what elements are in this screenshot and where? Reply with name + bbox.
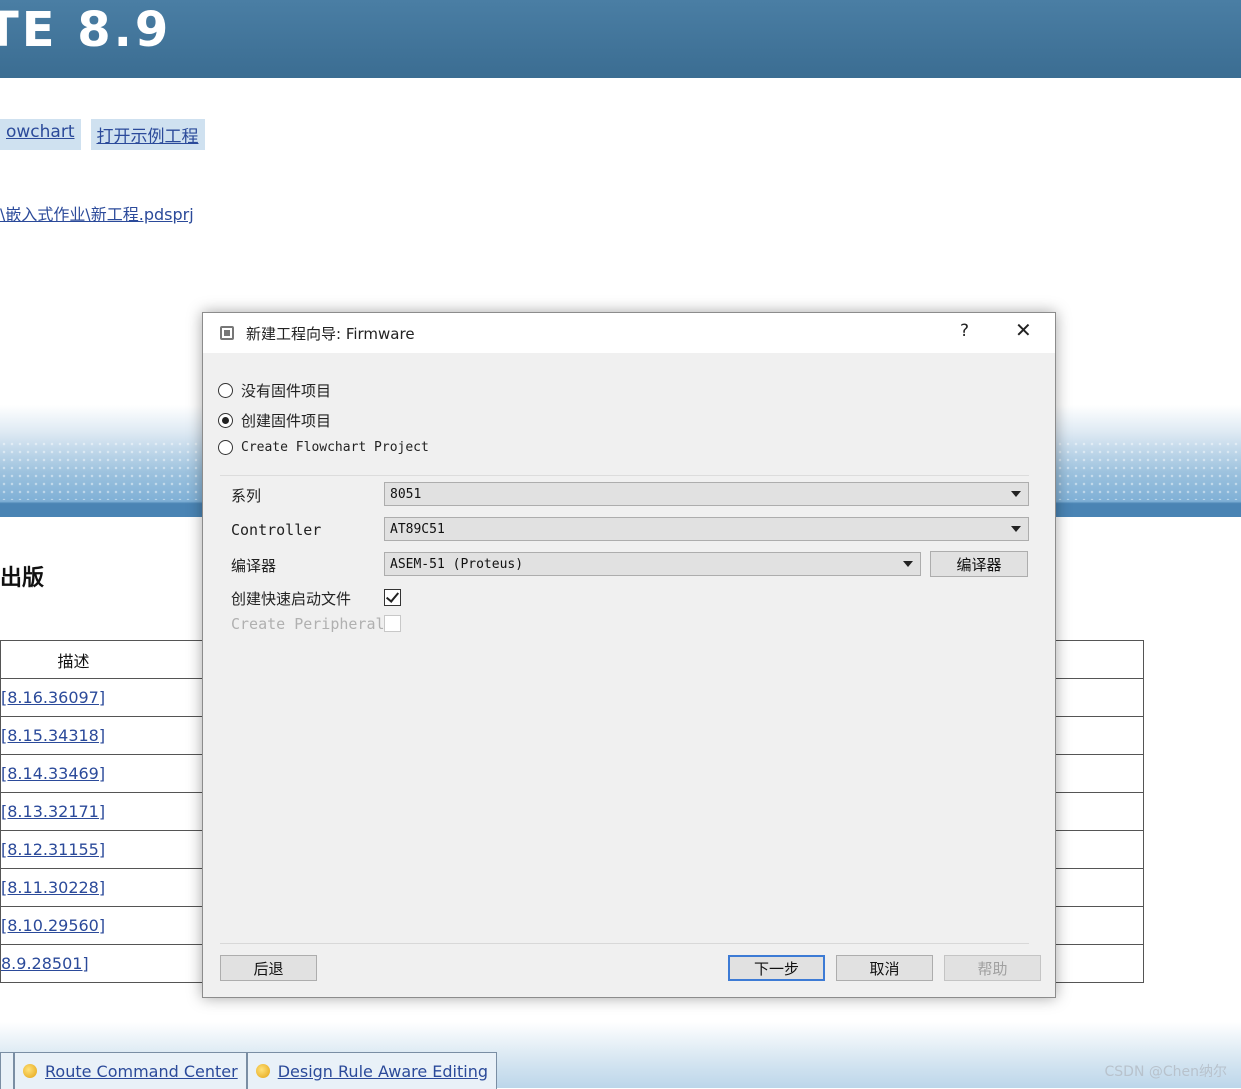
- new-flowchart-link[interactable]: owchart: [0, 119, 81, 150]
- compiler-value: ASEM-51 (Proteus): [390, 556, 524, 572]
- dialog-title-bar[interactable]: 新建工程向导: Firmware ? ✕: [203, 313, 1055, 353]
- version-link[interactable]: [8.12.31155]: [1, 840, 105, 859]
- version-link[interactable]: [8.11.30228]: [1, 878, 105, 897]
- option-label: Create Flowchart Project: [241, 440, 429, 455]
- version-link[interactable]: [8.16.36097]: [1, 688, 105, 707]
- recent-project-link[interactable]: \嵌入式作业\新工程.pdsprj: [0, 201, 194, 225]
- compiler-select[interactable]: ASEM-51 (Proteus): [384, 552, 921, 576]
- controller-value: AT89C51: [390, 521, 445, 537]
- option-label: 创建固件项目: [241, 412, 332, 430]
- banner-title: TE 8.9: [0, 2, 172, 58]
- compilers-button[interactable]: 编译器: [930, 551, 1028, 577]
- bulb-icon: [23, 1064, 37, 1078]
- radio-button-selected[interactable]: [218, 413, 233, 428]
- open-sample-link[interactable]: 打开示例工程: [90, 119, 205, 150]
- footer-divider: [220, 943, 1029, 944]
- help-button[interactable]: 帮助: [944, 955, 1041, 981]
- chevron-down-icon: [1011, 491, 1021, 497]
- start-links: owchart 打开示例工程: [0, 119, 205, 150]
- bottom-tab-label: Route Command Center: [45, 1061, 238, 1081]
- bottom-tab-design-rule-aware-editing[interactable]: Design Rule Aware Editing: [246, 1052, 498, 1089]
- section-heading: 出版: [0, 566, 45, 591]
- version-link[interactable]: 8.9.28501]: [1, 954, 89, 973]
- controller-select[interactable]: AT89C51: [384, 517, 1029, 541]
- version-link[interactable]: [8.14.33469]: [1, 764, 105, 783]
- help-title-button[interactable]: ?: [960, 321, 969, 341]
- bulb-icon: [255, 1064, 270, 1078]
- option-no-firmware[interactable]: 没有固件项目: [218, 380, 331, 401]
- peripherals-label: Create Peripherals: [231, 615, 394, 633]
- app-icon: [220, 326, 234, 340]
- radio-button[interactable]: [218, 383, 233, 398]
- table-header-label: 描述: [57, 651, 90, 671]
- family-value: 8051: [390, 486, 422, 502]
- quickstart-label: 创建快速启动文件: [231, 590, 352, 608]
- family-label: 系列: [231, 487, 262, 505]
- option-create-firmware[interactable]: 创建固件项目: [218, 410, 331, 431]
- option-create-flowchart[interactable]: Create Flowchart Project: [218, 440, 429, 455]
- version-link[interactable]: [8.15.34318]: [1, 726, 105, 745]
- version-link[interactable]: [8.13.32171]: [1, 802, 105, 821]
- top-banner: TE 8.9: [0, 0, 1241, 78]
- chevron-down-icon: [1011, 526, 1021, 532]
- bottom-tab-route-command-center[interactable]: Route Command Center: [14, 1052, 247, 1089]
- controller-label: Controller: [231, 521, 322, 539]
- version-link[interactable]: [8.10.29560]: [1, 916, 105, 935]
- next-button[interactable]: 下一步: [728, 955, 825, 981]
- firmware-settings-panel: 系列 8051 Controller AT89C51 编译器 ASEM-51 (…: [220, 475, 1029, 943]
- option-label: 没有固件项目: [241, 382, 332, 400]
- bottom-tabs: Route Command Center Design Rule Aware E…: [0, 1052, 498, 1089]
- close-icon[interactable]: ✕: [1015, 318, 1032, 342]
- dialog-title: 新建工程向导: Firmware: [246, 324, 415, 343]
- bottom-tab-blank: [0, 1052, 14, 1089]
- family-select[interactable]: 8051: [384, 482, 1029, 506]
- bottom-tab-label: Design Rule Aware Editing: [277, 1061, 489, 1081]
- peripherals-checkbox[interactable]: [384, 615, 401, 632]
- watermark: CSDN @Chen纳尔: [1104, 1064, 1228, 1080]
- quickstart-checkbox[interactable]: [384, 589, 401, 606]
- compiler-label: 编译器: [231, 557, 277, 575]
- radio-button[interactable]: [218, 440, 233, 455]
- back-button[interactable]: 后退: [220, 955, 317, 981]
- cancel-button[interactable]: 取消: [836, 955, 933, 981]
- new-project-wizard-dialog: 新建工程向导: Firmware ? ✕ 没有固件项目 创建固件项目 Creat…: [202, 312, 1056, 998]
- chevron-down-icon: [903, 561, 913, 567]
